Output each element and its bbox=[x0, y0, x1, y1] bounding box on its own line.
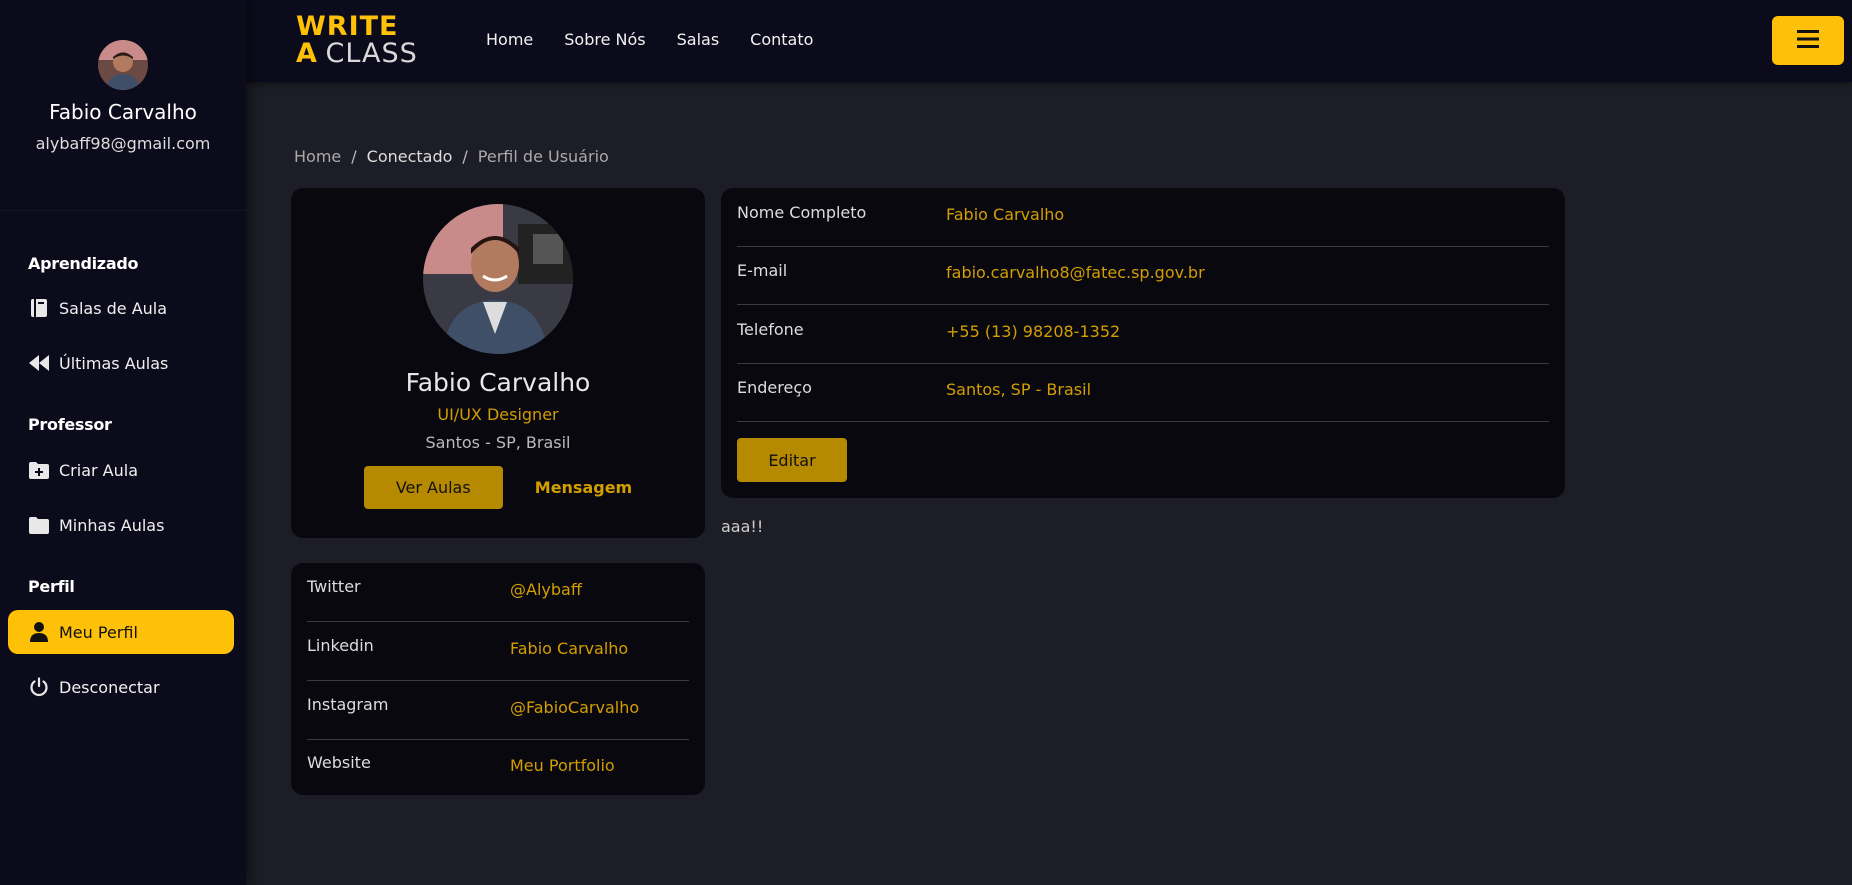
profile-name: Fabio Carvalho bbox=[405, 368, 591, 397]
social-label: Instagram bbox=[307, 695, 389, 714]
social-label: Linkedin bbox=[307, 636, 374, 655]
breadcrumb-perfil: Perfil de Usuário bbox=[477, 147, 609, 166]
social-label: Twitter bbox=[307, 577, 361, 596]
nav-sobre-nos[interactable]: Sobre Nós bbox=[564, 30, 645, 49]
top-navbar: WRITE A CLASS Home Sobre Nós Salas Conta… bbox=[246, 0, 1852, 82]
profile-actions: Ver Aulas Mensagem bbox=[291, 466, 705, 509]
detail-label: Nome Completo bbox=[737, 203, 867, 222]
sidebar-user-email: alybaff98@gmail.com bbox=[35, 134, 211, 153]
rewind-icon bbox=[28, 352, 50, 374]
profile-avatar bbox=[423, 204, 573, 354]
sidebar-item-label: Minhas Aulas bbox=[59, 515, 165, 535]
social-row: Instagram @FabioCarvalho bbox=[307, 681, 689, 740]
logo-line1: WRITE bbox=[296, 11, 399, 42]
social-label: Website bbox=[307, 753, 371, 772]
breadcrumb-home[interactable]: Home bbox=[294, 147, 341, 166]
detail-row: Endereço Santos, SP - Brasil bbox=[737, 363, 1549, 422]
social-card: Twitter @Alybaff Linkedin Fabio Carvalho… bbox=[291, 563, 705, 795]
menu-button[interactable] bbox=[1772, 16, 1844, 65]
logo-line2: A CLASS bbox=[296, 38, 418, 69]
power-icon bbox=[28, 676, 50, 698]
detail-row: E-mail fabio.carvalho8@fatec.sp.gov.br bbox=[737, 246, 1549, 305]
section-professor: Professor bbox=[28, 415, 112, 434]
breadcrumb-separator: / bbox=[462, 147, 468, 166]
social-link-twitter[interactable]: @Alybaff bbox=[510, 580, 582, 599]
social-link-website[interactable]: Meu Portfolio bbox=[510, 756, 615, 775]
sidebar-item-label: Desconectar bbox=[59, 677, 160, 697]
logo[interactable]: WRITE A CLASS bbox=[296, 11, 436, 69]
social-row: Website Meu Portfolio bbox=[307, 739, 689, 797]
section-aprendizado: Aprendizado bbox=[28, 254, 139, 273]
user-icon bbox=[28, 621, 50, 643]
sidebar-item-label: Últimas Aulas bbox=[59, 353, 169, 373]
sidebar-item-minhas-aulas[interactable]: Minhas Aulas bbox=[8, 503, 234, 547]
breadcrumb-conectado[interactable]: Conectado bbox=[367, 147, 453, 166]
social-row: Linkedin Fabio Carvalho bbox=[307, 622, 689, 681]
sidebar-item-label: Meu Perfil bbox=[59, 622, 138, 642]
social-row: Twitter @Alybaff bbox=[307, 563, 689, 622]
sidebar-item-criar-aula[interactable]: Criar Aula bbox=[8, 448, 234, 492]
sidebar-item-salas-de-aula[interactable]: Salas de Aula bbox=[8, 286, 234, 330]
mensagem-button[interactable]: Mensagem bbox=[535, 478, 632, 497]
detail-value: fabio.carvalho8@fatec.sp.gov.br bbox=[946, 263, 1205, 282]
detail-value: Santos, SP - Brasil bbox=[946, 380, 1092, 399]
profile-location: Santos - SP, Brasil bbox=[425, 433, 571, 452]
detail-row: Nome Completo Fabio Carvalho bbox=[737, 188, 1549, 247]
detail-label: Telefone bbox=[737, 320, 804, 339]
sidebar-item-desconectar[interactable]: Desconectar bbox=[8, 665, 234, 709]
sidebar-item-ultimas-aulas[interactable]: Últimas Aulas bbox=[8, 341, 234, 385]
detail-value: +55 (13) 98208-1352 bbox=[946, 322, 1121, 341]
edit-button[interactable]: Editar bbox=[737, 438, 847, 482]
sidebar-item-label: Criar Aula bbox=[59, 460, 138, 480]
note-text: aaa!! bbox=[721, 517, 764, 536]
section-perfil: Perfil bbox=[28, 577, 75, 596]
profile-role: UI/UX Designer bbox=[437, 405, 559, 424]
detail-row: Telefone +55 (13) 98208-1352 bbox=[737, 305, 1549, 364]
folder-icon bbox=[28, 514, 50, 536]
folder-plus-icon bbox=[28, 459, 50, 481]
profile-card: Fabio Carvalho UI/UX Designer Santos - S… bbox=[291, 188, 705, 538]
hamburger-icon bbox=[1797, 29, 1819, 52]
breadcrumb-separator: / bbox=[351, 147, 357, 166]
sidebar-profile: Fabio Carvalho alybaff98@gmail.com bbox=[0, 0, 246, 211]
avatar[interactable] bbox=[98, 40, 148, 90]
detail-label: E-mail bbox=[737, 261, 788, 280]
nav-salas[interactable]: Salas bbox=[677, 30, 720, 49]
social-link-linkedin[interactable]: Fabio Carvalho bbox=[510, 639, 628, 658]
nav-home[interactable]: Home bbox=[486, 30, 533, 49]
main-nav: Home Sobre Nós Salas Contato bbox=[486, 30, 813, 49]
sidebar-item-meu-perfil[interactable]: Meu Perfil bbox=[8, 610, 234, 654]
sidebar-item-label: Salas de Aula bbox=[59, 298, 168, 318]
sidebar: Fabio Carvalho alybaff98@gmail.com Apren… bbox=[0, 0, 246, 885]
breadcrumb: Home / Conectado / Perfil de Usuário bbox=[294, 147, 609, 166]
ver-aulas-button[interactable]: Ver Aulas bbox=[363, 466, 503, 509]
social-link-instagram[interactable]: @FabioCarvalho bbox=[510, 698, 639, 717]
nav-contato[interactable]: Contato bbox=[750, 30, 813, 49]
book-icon bbox=[28, 297, 50, 319]
details-card: Nome Completo Fabio Carvalho E-mail fabi… bbox=[721, 188, 1565, 498]
sidebar-user-name: Fabio Carvalho bbox=[49, 100, 197, 124]
detail-label: Endereço bbox=[737, 378, 812, 397]
detail-value: Fabio Carvalho bbox=[946, 205, 1065, 224]
